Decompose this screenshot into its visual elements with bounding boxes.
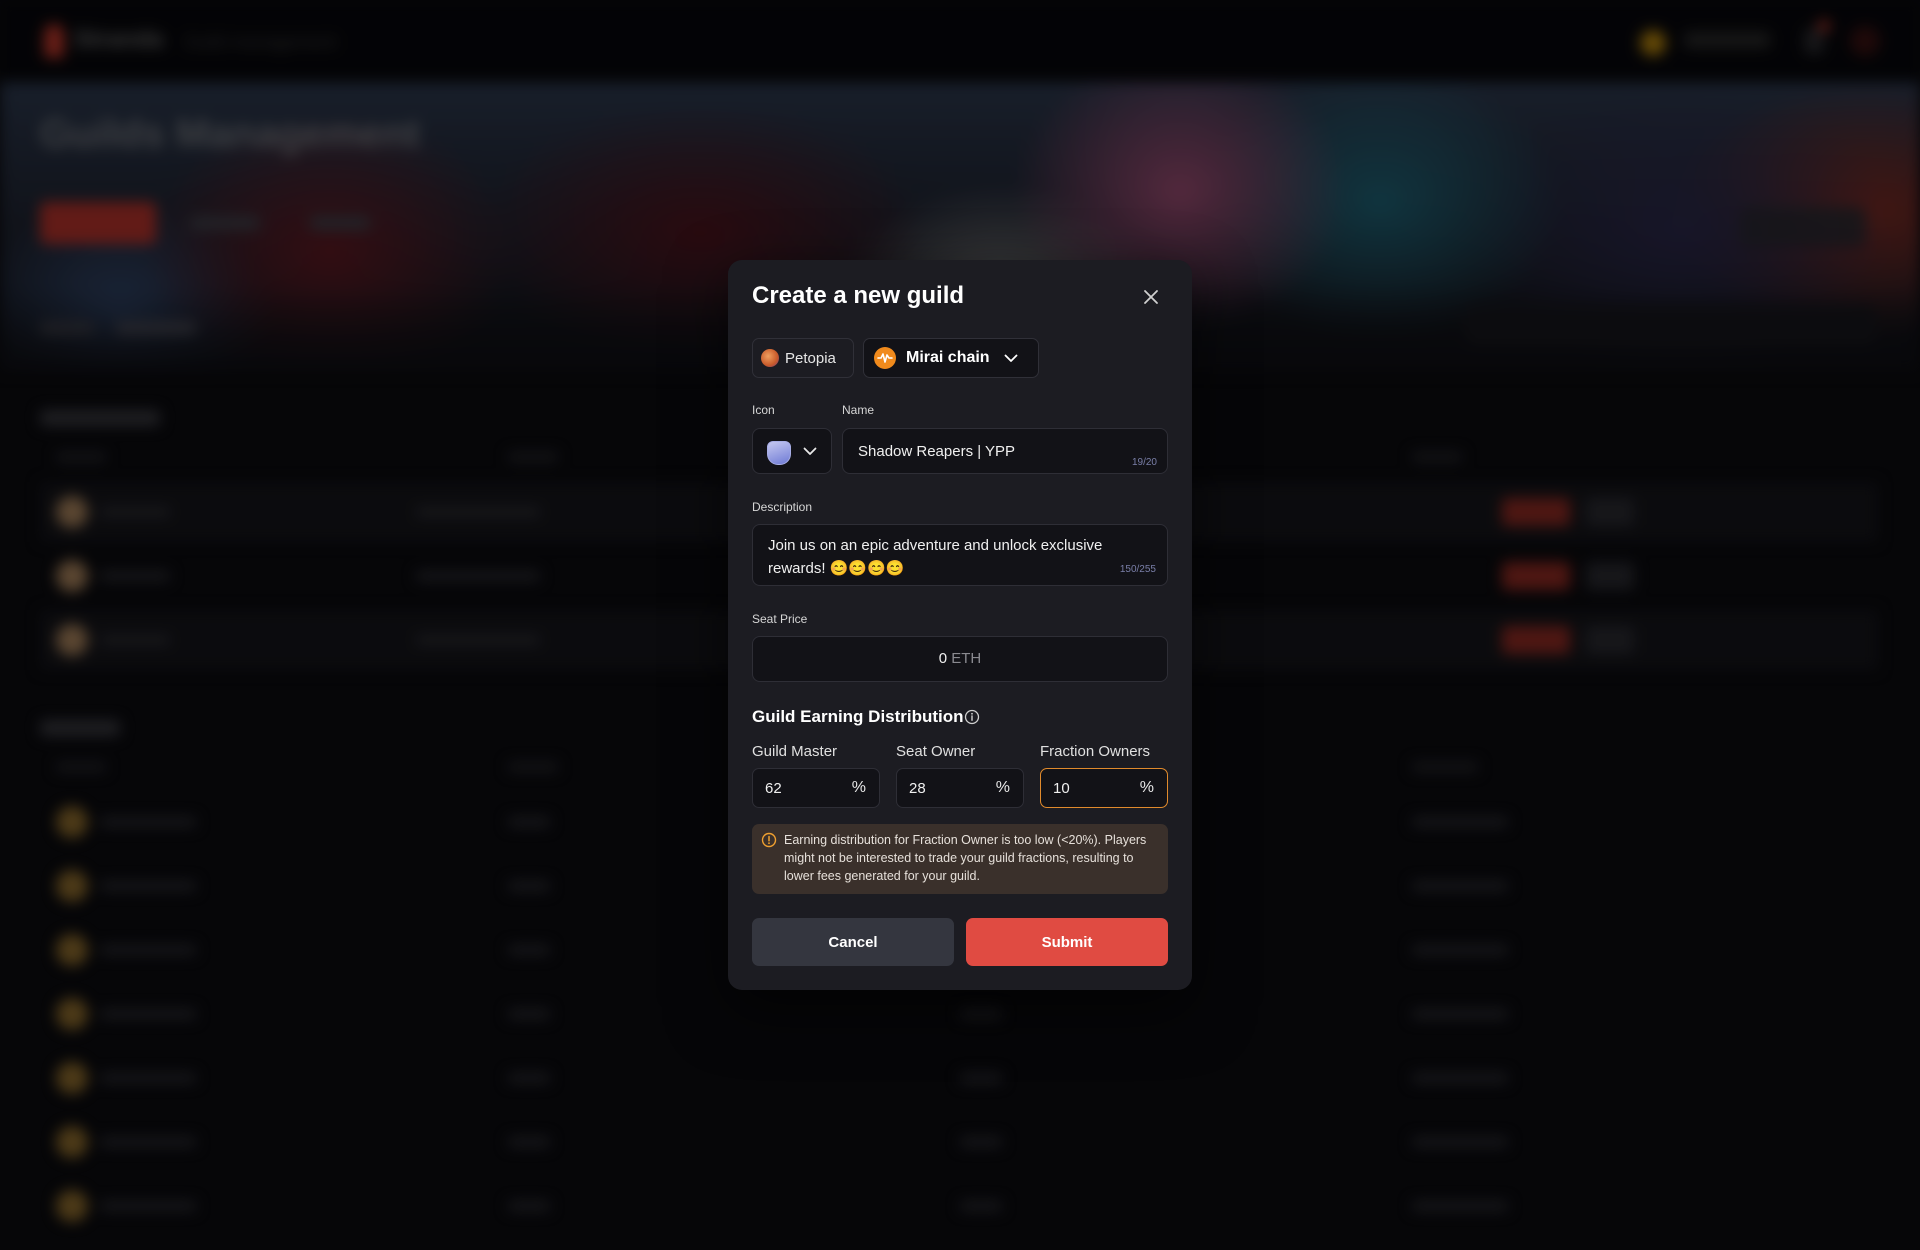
percent-sign: % bbox=[995, 779, 1010, 796]
cancel-button[interactable]: Cancel bbox=[752, 918, 954, 966]
chevron-down-icon bbox=[1004, 354, 1017, 362]
submit-button[interactable]: Submit bbox=[966, 918, 1168, 966]
warning-text: Earning distribution for Fraction Owner … bbox=[784, 833, 1147, 883]
seat-price-value: 0 bbox=[938, 650, 948, 667]
guild-shield-icon bbox=[767, 441, 791, 465]
name-field-label: Name bbox=[842, 403, 875, 417]
guild-name-input[interactable]: Shadow Reapers | YPP 19/20 bbox=[842, 428, 1168, 474]
close-button[interactable] bbox=[1138, 284, 1164, 310]
seat-price-label: Seat Price bbox=[752, 612, 808, 626]
description-value: Join us on an epic adventure and unlock … bbox=[768, 537, 1103, 577]
fraction-owners-label: Fraction Owners bbox=[1040, 743, 1151, 760]
description-char-counter: 150/255 bbox=[1119, 564, 1156, 575]
create-guild-modal: Create a new guild Petopia Mirai chain I… bbox=[728, 260, 1192, 990]
description-textarea[interactable]: Join us on an epic adventure and unlock … bbox=[752, 524, 1168, 586]
guild-icon-selector[interactable] bbox=[752, 428, 832, 474]
game-selector-chip[interactable]: Petopia bbox=[752, 338, 854, 378]
distribution-title: Guild Earning Distribution bbox=[752, 707, 964, 726]
info-icon[interactable] bbox=[964, 709, 980, 725]
low-distribution-warning: Earning distribution for Fraction Owner … bbox=[752, 824, 1168, 894]
description-field-label: Description bbox=[752, 500, 813, 514]
seat-price-unit: ETH bbox=[951, 650, 982, 667]
close-icon bbox=[1144, 290, 1158, 304]
guild-master-percent-input[interactable]: 62 % bbox=[752, 768, 880, 808]
chevron-down-icon bbox=[803, 447, 817, 455]
percent-sign: % bbox=[1139, 779, 1154, 796]
chain-selector-dropdown[interactable]: Mirai chain bbox=[863, 338, 1039, 378]
mirai-chain-icon bbox=[874, 347, 896, 369]
game-label: Petopia bbox=[785, 349, 836, 367]
petopia-game-icon bbox=[761, 349, 779, 367]
seat-owner-percent-input[interactable]: 28 % bbox=[896, 768, 1024, 808]
seat-owner-value: 28 bbox=[909, 780, 926, 797]
seat-owner-label: Seat Owner bbox=[896, 743, 976, 760]
modal-title: Create a new guild bbox=[752, 282, 965, 309]
chain-label: Mirai chain bbox=[906, 349, 990, 366]
guild-master-value: 62 bbox=[765, 780, 782, 797]
seat-price-input[interactable]: 0 ETH bbox=[752, 636, 1168, 682]
name-char-counter: 19/20 bbox=[1131, 457, 1157, 468]
percent-sign: % bbox=[851, 779, 866, 796]
guild-master-label: Guild Master bbox=[752, 743, 838, 760]
guild-name-value: Shadow Reapers | YPP bbox=[858, 443, 1016, 460]
fraction-owners-percent-input[interactable]: 10 % bbox=[1040, 768, 1168, 808]
fraction-owners-value: 10 bbox=[1053, 780, 1070, 797]
icon-field-label: Icon bbox=[752, 403, 775, 417]
warning-icon bbox=[761, 832, 777, 848]
